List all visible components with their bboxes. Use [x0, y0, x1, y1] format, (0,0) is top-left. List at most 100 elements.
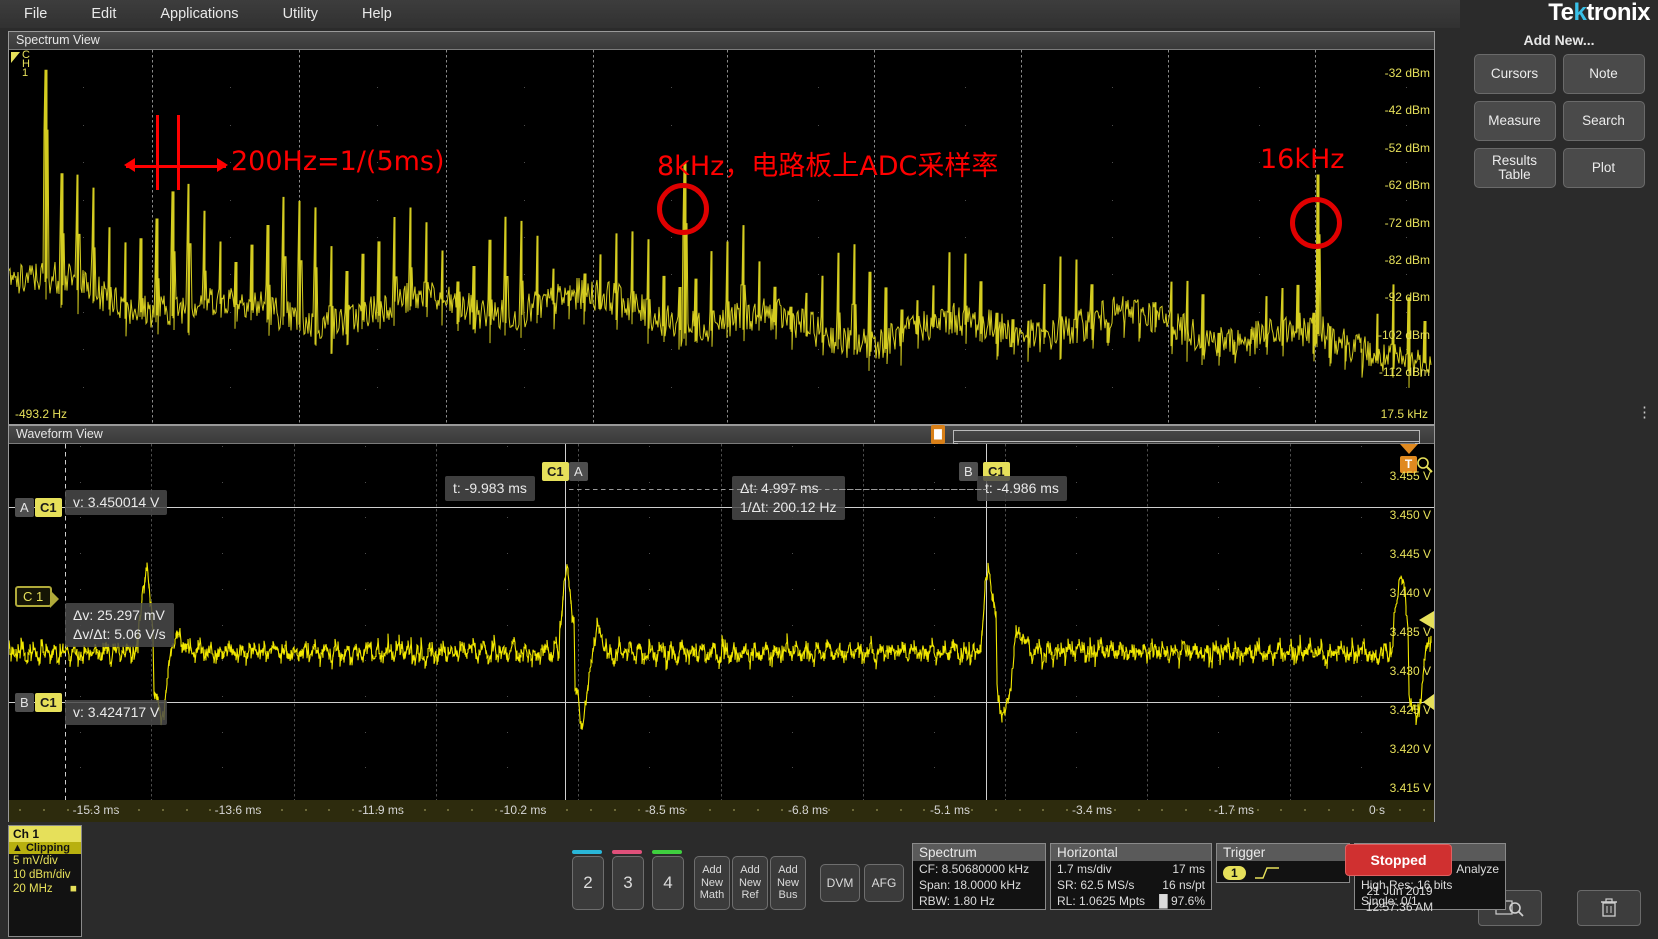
time-axis-label: -8.5 ms [644, 803, 686, 817]
add-note-button[interactable]: Note [1562, 54, 1645, 94]
spectrum-x-start-label: -493.2 Hz [15, 407, 68, 421]
spectrum-cf-row: CF: 8.50680000 kHz [913, 861, 1045, 877]
trigger-settings-box[interactable]: Trigger 1 [1216, 843, 1350, 883]
add-bus-line1: Add [778, 864, 798, 877]
cursor-b-tag[interactable]: B [959, 462, 978, 481]
annotation-tick-right [177, 115, 180, 190]
spectrum-y-label: -102 dBm [1377, 327, 1430, 342]
add-cursors-button[interactable]: Cursors [1473, 54, 1556, 94]
cursor-b-left-tag[interactable]: B [15, 693, 34, 712]
horizontal-samplerate-row: SR: 62.5 MS/s 16 ns/pt [1051, 877, 1211, 893]
cursor-a-tag[interactable]: A [569, 462, 588, 481]
delta-t-readout: Δt: 4.997 ms 1/Δt: 200.12 Hz [732, 476, 845, 520]
add-new-button-grid: Cursors Note Measure Search Results Tabl… [1460, 54, 1658, 188]
channel-4-button[interactable]: 4 [652, 856, 684, 910]
delete-tool-button[interactable] [1576, 890, 1641, 926]
add-measure-button[interactable]: Measure [1473, 101, 1556, 141]
time-axis-label: -6.8 ms [787, 803, 829, 817]
add-ref-line1: Add [740, 864, 760, 877]
time-axis-label: -11.9 ms [358, 803, 404, 817]
annotation-arrowhead-left [124, 158, 135, 172]
tektronix-logo: Tektronix [1548, 0, 1650, 27]
channel-4-color-bar [652, 850, 682, 854]
channel-1-badge[interactable]: C 1 [15, 586, 60, 608]
channel-2-color-bar [572, 850, 602, 854]
spectrum-rbw: RBW: 1.80 Hz [919, 894, 995, 908]
cursor-a-left-channel-tag[interactable]: C1 [35, 498, 62, 517]
channel-3-button[interactable]: 3 [612, 856, 644, 910]
time-axis-label: -5.1 ms [929, 803, 971, 817]
afg-button[interactable]: AFG [864, 864, 904, 902]
add-new-ref-button[interactable]: Add New Ref [732, 856, 768, 910]
waveform-scrollbar[interactable] [953, 430, 1420, 444]
waveform-voltage-label: 3.435 V [1389, 625, 1431, 639]
waveform-view-panel: Waveform View ▇ C1 A B C1 A C1 B C1 C 1 … [8, 425, 1435, 802]
time-axis-label: -10.2 ms [499, 803, 547, 817]
delta-t-connector-right [839, 489, 987, 490]
add-new-bus-button[interactable]: Add New Bus [770, 856, 806, 910]
add-math-line2: New [700, 876, 723, 889]
channel-1-bandwidth: 20 MHz ■ [9, 882, 81, 896]
waveform-trace [9, 562, 1432, 730]
delta-v-readout: Δv: 25.297 mV Δv/Δt: 5.06 V/s [65, 603, 174, 647]
add-new-math-button[interactable]: Add New Math [694, 856, 730, 910]
channel-1-settings-box[interactable]: Ch 1 ▲ Clipping 5 mV/div 10 dBm/div 20 M… [8, 825, 82, 937]
brand-area: Tektronix [1460, 0, 1658, 28]
status-date: 21 Jun 2019 [1366, 884, 1433, 898]
menu-file[interactable]: File [10, 0, 61, 28]
add-search-button[interactable]: Search [1562, 101, 1645, 141]
horizontal-resolution: 16 ns/pt [1162, 878, 1205, 892]
channel-2-button[interactable]: 2 [572, 856, 604, 910]
cursor-a-channel-tag[interactable]: C1 [542, 462, 569, 481]
cursor-a-voltage-readout: v: 3.450014 V [65, 490, 168, 515]
spectrum-plot[interactable]: CH1 -32 dBm -42 dBm -52 dBm -62 dBm -72 dBm -… [9, 50, 1434, 424]
horizontal-scale: 1.7 ms/div [1057, 862, 1112, 876]
annotation-200hz: 200Hz=1/(5ms) [231, 146, 445, 177]
spectrum-y-label: -42 dBm [1384, 103, 1430, 118]
waveform-position-handle[interactable]: ▇ [931, 425, 945, 444]
horizontal-scale-row: 1.7 ms/div 17 ms [1051, 861, 1211, 877]
cursor-a-left-tag[interactable]: A [15, 498, 34, 517]
panel-resize-handle[interactable]: ⋮ [1637, 405, 1652, 420]
trigger-source-badge[interactable]: 1 [1223, 866, 1246, 880]
waveform-plot[interactable]: C1 A B C1 A C1 B C1 C 1 v: 3.450014 V v:… [9, 444, 1434, 801]
add-new-title: Add New... [1523, 32, 1595, 48]
channel-1-title: Ch 1 [9, 826, 81, 842]
status-time: 12:57:36 AM [1365, 900, 1434, 914]
horizontal-usage: █ 97.6% [1159, 894, 1205, 908]
horizontal-settings-box[interactable]: Horizontal 1.7 ms/div 17 ms SR: 62.5 MS/… [1050, 843, 1212, 910]
spectrum-y-label: -92 dBm [1384, 290, 1430, 305]
spectrum-settings-box[interactable]: Spectrum CF: 8.50680000 kHz Span: 18.000… [912, 843, 1046, 910]
spectrum-y-label: -52 dBm [1384, 140, 1430, 155]
inv-delta-t-value: 1/Δt: 200.12 Hz [740, 498, 837, 515]
cursor-a-time-readout: t: -9.983 ms [445, 476, 535, 501]
spectrum-span: Span: 18.0000 kHz [919, 878, 1022, 892]
waveform-scroll-area[interactable]: ▇ [474, 425, 1434, 444]
trigger-position-arrow[interactable] [1400, 444, 1418, 454]
menu-edit[interactable]: Edit [77, 0, 130, 28]
run-stop-button[interactable]: Stopped [1345, 844, 1452, 876]
cursor-b-left-channel-tag[interactable]: C1 [35, 693, 62, 712]
menu-help[interactable]: Help [348, 0, 406, 28]
coupling-icon: ■ [70, 883, 77, 895]
menu-utility[interactable]: Utility [269, 0, 332, 28]
trigger-box-title: Trigger [1217, 844, 1349, 861]
cursor-b-voltage-readout: v: 3.424717 V [65, 700, 168, 725]
menu-applications[interactable]: Applications [146, 0, 252, 28]
add-math-line3: Math [699, 889, 725, 902]
horizontal-duration: 17 ms [1172, 862, 1205, 876]
add-plot-button[interactable]: Plot [1562, 148, 1645, 188]
logo-part-2: tronix [1586, 0, 1650, 26]
spectrum-y-label: -72 dBm [1384, 215, 1430, 230]
spectrum-y-label: -62 dBm [1384, 178, 1430, 193]
spectrum-y-label: -32 dBm [1384, 66, 1430, 80]
annotation-arrow-bar [126, 165, 226, 168]
dvm-button[interactable]: DVM [820, 864, 860, 902]
spectrum-y-label: -112 dBm [1378, 365, 1430, 380]
time-axis-label: -3.4 ms [1071, 803, 1113, 817]
spectrum-view-panel: Spectrum View CH1 -32 dBm -42 dBm -52 dBm -… [8, 31, 1435, 425]
add-results-table-button[interactable]: Results Table [1473, 148, 1556, 188]
bandwidth-text: 20 MHz [13, 883, 53, 895]
menu-bar: File Edit Applications Utility Help [0, 0, 1460, 28]
spectrum-cf: CF: 8.50680000 kHz [919, 862, 1030, 876]
